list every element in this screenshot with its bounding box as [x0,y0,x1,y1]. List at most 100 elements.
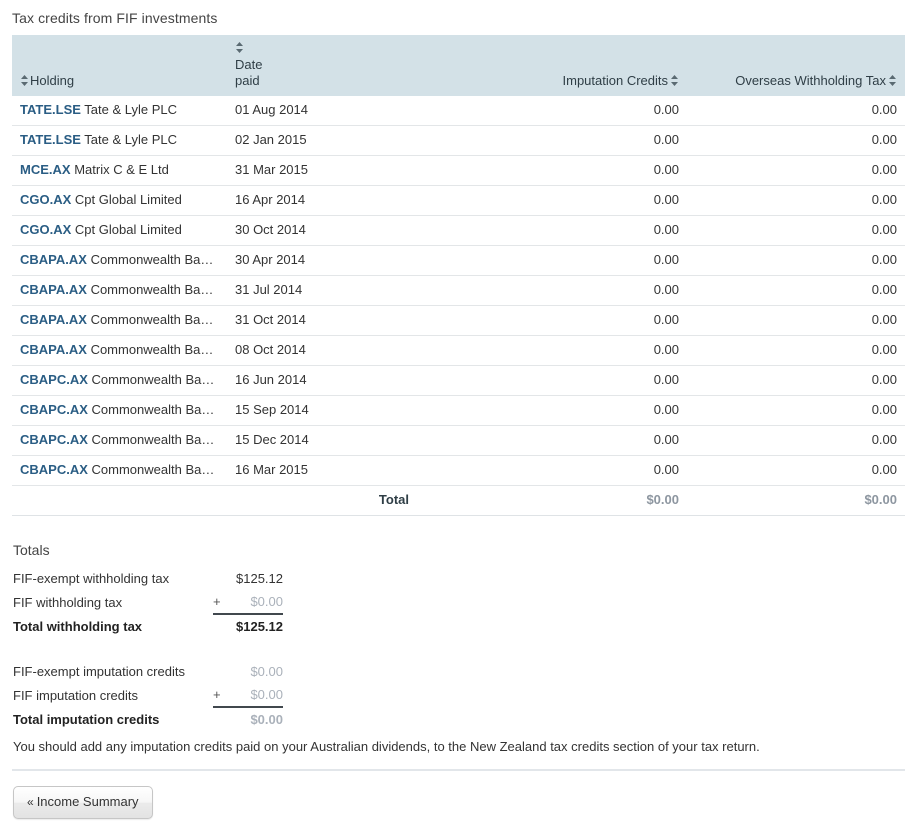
withholding-total-row: Total withholding tax $125.12 [13,614,283,638]
cell-overseas-withholding-tax: 0.00 [687,125,905,156]
imputation-note: You should add any imputation credits pa… [13,739,760,754]
sort-updown-icon[interactable] [20,75,29,86]
cell-date-paid: 08 Oct 2014 [227,335,417,366]
holding-company-name: Commonwealth Ba… [90,312,214,327]
cell-holding: CBAPC.AX Commonwealth Ba… [12,455,227,486]
cell-date-paid: 15 Dec 2014 [227,425,417,456]
withholding-total-operator [213,567,231,590]
cell-holding: TATE.LSE Tate & Lyle PLC [12,125,227,156]
column-header-date-line2: paid [235,73,260,88]
column-header-imputation-credits-label: Imputation Credits [562,73,669,88]
holding-company-name: Commonwealth Ba… [91,372,215,387]
holding-ticker-link[interactable]: CGO.AX [20,222,71,237]
cell-overseas-withholding-tax: 0.00 [687,425,905,456]
imputation-total-value: $0.00 [231,683,283,708]
column-header-holding-label: Holding [30,73,75,88]
withholding-total-operator: + [213,590,231,615]
table-row: CBAPC.AX Commonwealth Ba… 16 Jun 2014 0.00… [12,365,905,396]
cell-imputation-credits: 0.00 [417,425,687,456]
holding-ticker-link[interactable]: CBAPA.AX [20,312,87,327]
imputation-total-row: FIF imputation credits + $0.00 [13,683,283,708]
cell-imputation-credits: 0.00 [417,275,687,306]
date-paid-header-stack: Date paid [235,41,409,89]
cell-date-paid: 15 Sep 2014 [227,395,417,426]
imputation-total-label: Total imputation credits [13,711,160,727]
holding-company-name: Commonwealth Ba… [91,432,215,447]
column-header-imputation-credits[interactable]: Imputation Credits [417,35,687,96]
withholding-totals-body: FIF-exempt withholding tax $125.12 FIF wit… [13,567,283,638]
holding-ticker-link[interactable]: CBAPC.AX [20,432,88,447]
table-row: CBAPC.AX Commonwealth Ba… 15 Sep 2014 0.00… [12,395,905,426]
cell-imputation-credits: 0.00 [417,125,687,156]
holding-ticker-link[interactable]: CBAPC.AX [20,372,88,387]
imputation-total-row: Total imputation credits $0.00 [13,707,283,731]
withholding-total-label: FIF withholding tax [13,594,123,610]
cell-overseas-withholding-tax: 0.00 [687,455,905,486]
imputation-total-row: FIF-exempt imputation credits $0.00 [13,660,283,683]
cell-imputation-credits: 0.00 [417,335,687,366]
cell-imputation-credits: 0.00 [417,455,687,486]
column-header-overseas-withholding-tax-label: Overseas Withholding Tax [735,73,886,88]
holding-company-name: Commonwealth Ba… [90,342,214,357]
column-header-overseas-withholding-tax[interactable]: Overseas Withholding Tax [687,35,905,96]
cell-date-paid: 16 Mar 2015 [227,455,417,486]
table-total-row: Total $0.00 $0.00 [12,485,905,516]
imputation-total-operator [213,707,231,731]
column-header-date-paid[interactable]: Date paid [227,35,417,96]
imputation-total-label: FIF-exempt imputation credits [13,664,185,679]
income-summary-back-button[interactable]: «Income Summary [13,786,153,819]
table-header: Holding Date paid Imputation Credits Ove… [12,35,905,96]
table-row: MCE.AX Matrix C & E Ltd 31 Mar 2015 0.00 0.… [12,155,905,186]
income-summary-back-label: Income Summary [36,794,139,809]
column-header-holding[interactable]: Holding [12,35,227,96]
holding-company-name: Cpt Global Limited [74,192,182,207]
total-row-spacer [12,485,227,516]
cell-holding: CBAPC.AX Commonwealth Ba… [12,395,227,426]
total-imputation-credits: $0.00 [417,485,687,516]
page-root: Tax credits from FIF investments Holding [0,0,917,822]
cell-overseas-withholding-tax: 0.00 [687,335,905,366]
holding-ticker-link[interactable]: CBAPC.AX [20,402,88,417]
holding-ticker-link[interactable]: CBAPA.AX [20,282,87,297]
table-header-row: Holding Date paid Imputation Credits Ove… [12,35,905,96]
imputation-total-operator [213,660,231,683]
cell-imputation-credits: 0.00 [417,395,687,426]
cell-overseas-withholding-tax: 0.00 [687,185,905,216]
table-row: TATE.LSE Tate & Lyle PLC 01 Aug 2014 0.00 0… [12,96,905,126]
cell-holding: CGO.AX Cpt Global Limited [12,215,227,246]
cell-overseas-withholding-tax: 0.00 [687,365,905,396]
cell-holding: CGO.AX Cpt Global Limited [12,185,227,216]
holding-ticker-link[interactable]: TATE.LSE [20,102,81,117]
cell-holding: CBAPC.AX Commonwealth Ba… [12,365,227,396]
withholding-total-row: FIF withholding tax + $0.00 [13,590,283,615]
holding-ticker-link[interactable]: CBAPA.AX [20,252,87,267]
table-row: CGO.AX Cpt Global Limited 16 Apr 2014 0.00… [12,185,905,216]
withholding-total-value: $0.00 [231,590,283,615]
table-row: CGO.AX Cpt Global Limited 30 Oct 2014 0.00… [12,215,905,246]
holding-ticker-link[interactable]: TATE.LSE [20,132,81,147]
cell-imputation-credits: 0.00 [417,155,687,186]
cell-holding: MCE.AX Matrix C & E Ltd [12,155,227,186]
cell-date-paid: 31 Mar 2015 [227,155,417,186]
sort-updown-icon[interactable] [235,42,244,53]
sort-updown-icon[interactable] [670,75,679,86]
cell-holding: CBAPC.AX Commonwealth Ba… [12,425,227,456]
table-row: CBAPA.AX Commonwealth Ba… 31 Jul 2014 0.00… [12,275,905,306]
cell-imputation-credits: 0.00 [417,215,687,246]
page-title: Tax credits from FIF investments [12,10,218,26]
holding-ticker-link[interactable]: MCE.AX [20,162,71,177]
holding-ticker-link[interactable]: CBAPC.AX [20,462,88,477]
table-row: TATE.LSE Tate & Lyle PLC 02 Jan 2015 0.00 0… [12,125,905,156]
table-body: TATE.LSE Tate & Lyle PLC 01 Aug 2014 0.00 0… [12,96,905,486]
sort-updown-icon[interactable] [888,75,897,86]
totals-heading: Totals [13,542,50,558]
holding-company-name: Matrix C & E Ltd [74,162,169,177]
tax-credits-table: Holding Date paid Imputation Credits Ove… [12,35,905,516]
imputation-total-value: $0.00 [250,712,283,727]
withholding-total-value: $125.12 [236,619,283,634]
imputation-total-value: $0.00 [250,664,283,679]
holding-ticker-link[interactable]: CBAPA.AX [20,342,87,357]
totals-spacer [12,638,905,660]
holding-ticker-link[interactable]: CGO.AX [20,192,71,207]
cell-imputation-credits: 0.00 [417,365,687,396]
